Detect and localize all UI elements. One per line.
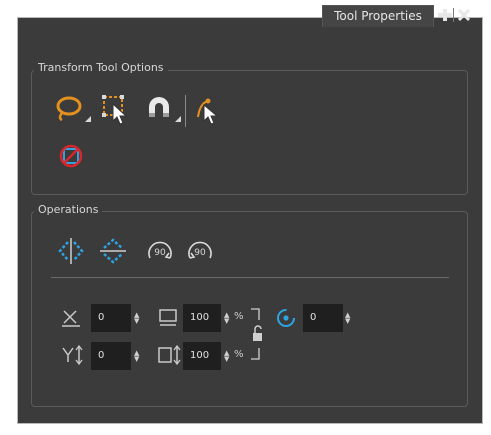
height-percent-label: % xyxy=(234,349,244,360)
select-by-color-icon[interactable] xyxy=(194,95,222,125)
plus-icon[interactable] xyxy=(437,6,453,24)
x-position-field[interactable]: 0 xyxy=(91,304,131,332)
height-field[interactable]: 100 xyxy=(183,342,221,370)
transform-options-title: Transform Tool Options xyxy=(34,61,168,74)
tab-separator xyxy=(453,8,454,22)
rotate-90-cw-icon[interactable]: 90 xyxy=(144,236,176,266)
angle-spinner[interactable]: ▲ ▼ xyxy=(345,312,353,325)
height-spinner[interactable]: ▲ ▼ xyxy=(224,350,232,363)
y-position-icon xyxy=(62,344,83,366)
svg-text:90: 90 xyxy=(154,248,166,258)
angle-field[interactable]: 0 xyxy=(303,304,343,332)
toolbar-divider xyxy=(185,95,186,127)
width-icon xyxy=(159,309,177,326)
angle-icon xyxy=(277,309,295,327)
width-spinner[interactable]: ▲ ▼ xyxy=(224,312,232,325)
flip-horizontal-icon[interactable] xyxy=(56,236,86,266)
flip-vertical-icon[interactable] xyxy=(98,236,128,266)
width-field[interactable]: 100 xyxy=(183,304,221,332)
rotate-90-ccw-icon[interactable]: 90 xyxy=(184,236,216,266)
close-icon[interactable] xyxy=(456,6,472,24)
y-position-spinner[interactable]: ▲ ▼ xyxy=(134,350,142,363)
x-position-icon xyxy=(62,310,80,327)
tab-tool-properties[interactable]: Tool Properties xyxy=(322,5,434,27)
lock-ratio-icon[interactable] xyxy=(249,306,269,362)
lasso-select-icon[interactable] xyxy=(52,93,92,129)
transform-options-group xyxy=(31,70,468,195)
y-position-field[interactable]: 0 xyxy=(91,342,131,370)
no-apply-icon[interactable] xyxy=(58,143,84,169)
svg-text:90: 90 xyxy=(194,248,206,258)
height-icon xyxy=(158,345,181,365)
width-percent-label: % xyxy=(234,311,244,322)
marquee-select-icon[interactable] xyxy=(100,93,134,127)
operations-divider xyxy=(51,277,449,278)
x-position-spinner[interactable]: ▲ ▼ xyxy=(134,312,142,325)
snap-magnet-icon[interactable] xyxy=(144,93,182,129)
operations-title: Operations xyxy=(34,203,103,216)
